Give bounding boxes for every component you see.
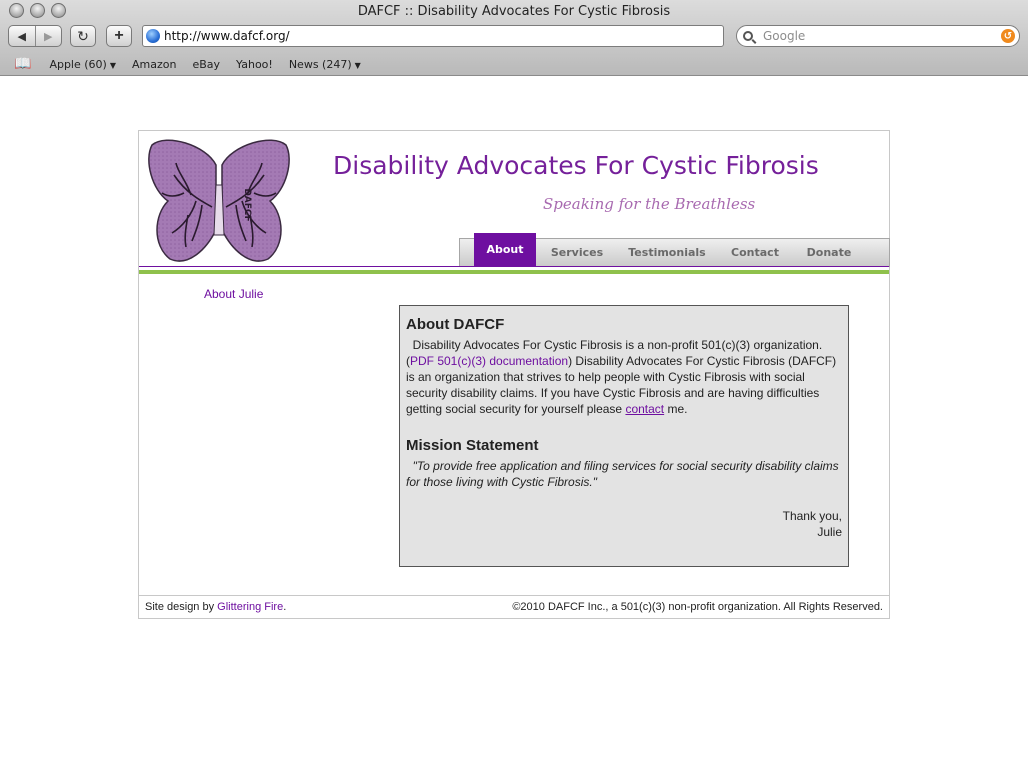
bookmark-apple[interactable]: Apple (60) ▼: [49, 58, 116, 71]
nav-contact[interactable]: Contact: [722, 239, 788, 267]
address-bar[interactable]: http://www.dafcf.org/: [142, 25, 724, 47]
browser-chrome: DAFCF :: Disability Advocates For Cystic…: [0, 0, 1028, 76]
browser-toolbar: ◀ ▶ ↻ + http://www.dafcf.org/ Google ↺: [0, 22, 1028, 52]
thanks-text: Thank you,: [782, 509, 842, 523]
bookmark-yahoo[interactable]: Yahoo!: [236, 58, 273, 71]
bookmark-ebay[interactable]: eBay: [192, 58, 220, 71]
forward-arrow-icon[interactable]: ▶: [36, 30, 62, 43]
mission-quote: "To provide free application and filing …: [406, 459, 839, 489]
back-arrow-icon[interactable]: ◀: [9, 30, 35, 43]
signoff: Thank you, Julie: [406, 508, 842, 540]
about-paragraph: Disability Advocates For Cystic Fibrosis…: [406, 338, 837, 416]
about-content-box: About DAFCF Disability Advocates For Cys…: [399, 305, 849, 567]
header-accent-bar: [139, 270, 889, 274]
reload-icon: ↻: [77, 27, 89, 44]
designer-link[interactable]: Glittering Fire: [217, 601, 283, 613]
plus-icon: +: [114, 27, 124, 44]
nav-donate[interactable]: Donate: [798, 239, 860, 267]
footer-divider: [139, 595, 889, 596]
globe-icon: [146, 29, 160, 43]
bookmark-amazon[interactable]: Amazon: [132, 58, 176, 71]
main-nav: About Services Testimonials Contact Dona…: [459, 233, 890, 267]
window-title: DAFCF :: Disability Advocates For Cystic…: [357, 4, 671, 19]
chevron-down-icon: ▼: [109, 60, 116, 70]
nav-testimonials[interactable]: Testimonials: [622, 239, 712, 267]
url-text: http://www.dafcf.org/: [164, 29, 290, 43]
search-field[interactable]: Google ↺: [736, 25, 1020, 47]
site-title: Disability Advocates For Cystic Fibrosis: [333, 151, 819, 180]
footer-credit: Site design by Glittering Fire.: [145, 601, 287, 613]
search-placeholder: Google: [763, 29, 806, 43]
bookmark-news[interactable]: News (247) ▼: [289, 58, 361, 71]
reload-button[interactable]: ↻: [70, 25, 96, 47]
title-bar: DAFCF :: Disability Advocates For Cystic…: [0, 0, 1028, 22]
nav-services[interactable]: Services: [544, 239, 610, 267]
chevron-down-icon: ▼: [354, 60, 361, 70]
bookmarks-bar: 📖 Apple (60) ▼ Amazon eBay Yahoo! News (2…: [0, 54, 1028, 74]
mission-heading: Mission Statement: [406, 437, 539, 454]
header-divider: [139, 266, 889, 267]
about-heading: About DAFCF: [406, 316, 505, 333]
contact-link[interactable]: contact: [625, 402, 664, 416]
logo-text: DAFCF: [242, 188, 252, 221]
page-frame: DAFCF Disability Advocates For Cystic Fi…: [138, 130, 890, 619]
butterfly-lungs-logo[interactable]: DAFCF: [146, 135, 292, 265]
sidebar-link-about-julie[interactable]: About Julie: [204, 287, 263, 301]
footer-copyright: ©2010 DAFCF Inc., a 501(c)(3) non-profit…: [512, 601, 883, 613]
add-bookmark-button[interactable]: +: [106, 25, 132, 47]
signature: Julie: [817, 525, 842, 539]
pdf-documentation-link[interactable]: PDF 501(c)(3) documentation: [410, 354, 568, 368]
snapback-icon[interactable]: ↺: [1001, 29, 1015, 43]
search-icon: [743, 31, 753, 41]
bookmarks-book-icon[interactable]: 📖: [14, 56, 31, 72]
back-forward-buttons: ◀ ▶: [8, 25, 62, 47]
nav-about[interactable]: About: [474, 233, 536, 267]
site-tagline: Speaking for the Breathless: [543, 195, 756, 213]
